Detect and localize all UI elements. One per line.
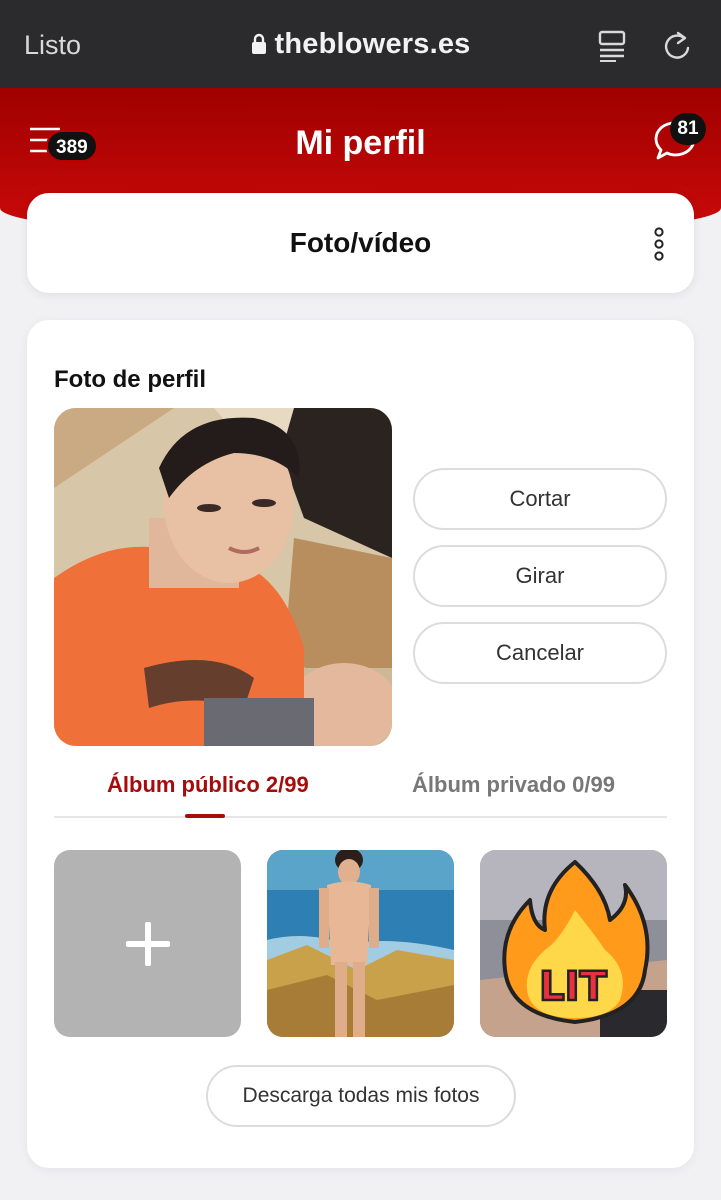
active-tab-indicator — [185, 814, 225, 818]
photo-editor-card: Foto de perfil Cortar Girar Cancelar Álb… — [27, 320, 694, 1168]
album-photo-thumbnail[interactable] — [267, 850, 454, 1037]
profile-photo[interactable] — [54, 408, 392, 746]
rotate-button[interactable]: Girar — [413, 545, 667, 607]
download-all-photos-button[interactable]: Descarga todas mis fotos — [206, 1065, 516, 1127]
plus-icon — [126, 922, 170, 971]
crop-button[interactable]: Cortar — [413, 468, 667, 530]
album-photo-thumbnail[interactable]: LIT — [480, 850, 667, 1037]
add-photo-button[interactable] — [54, 850, 241, 1037]
lock-icon — [251, 30, 267, 63]
tab-public-album[interactable]: Álbum público 2/99 — [107, 772, 309, 798]
profile-photo-heading: Foto de perfil — [54, 366, 206, 393]
cancel-button[interactable]: Cancelar — [413, 622, 667, 684]
reader-mode-icon[interactable] — [598, 30, 628, 67]
lit-sticker-text: LIT — [539, 964, 607, 1010]
url-text: theblowers.es — [274, 28, 471, 60]
section-header-card: Foto/vídeo — [27, 193, 694, 293]
chat-notification-badge: 81 — [670, 113, 706, 145]
tab-private-album[interactable]: Álbum privado 0/99 — [412, 772, 615, 798]
reload-icon[interactable] — [662, 30, 692, 67]
page-title: Mi perfil — [295, 124, 426, 162]
browser-toolbar: Listo theblowers.es — [0, 0, 721, 88]
album-tabs: Álbum público 2/99 Álbum privado 0/99 — [54, 760, 667, 818]
section-title: Foto/vídeo — [289, 227, 432, 258]
kebab-menu-icon[interactable] — [652, 227, 666, 261]
